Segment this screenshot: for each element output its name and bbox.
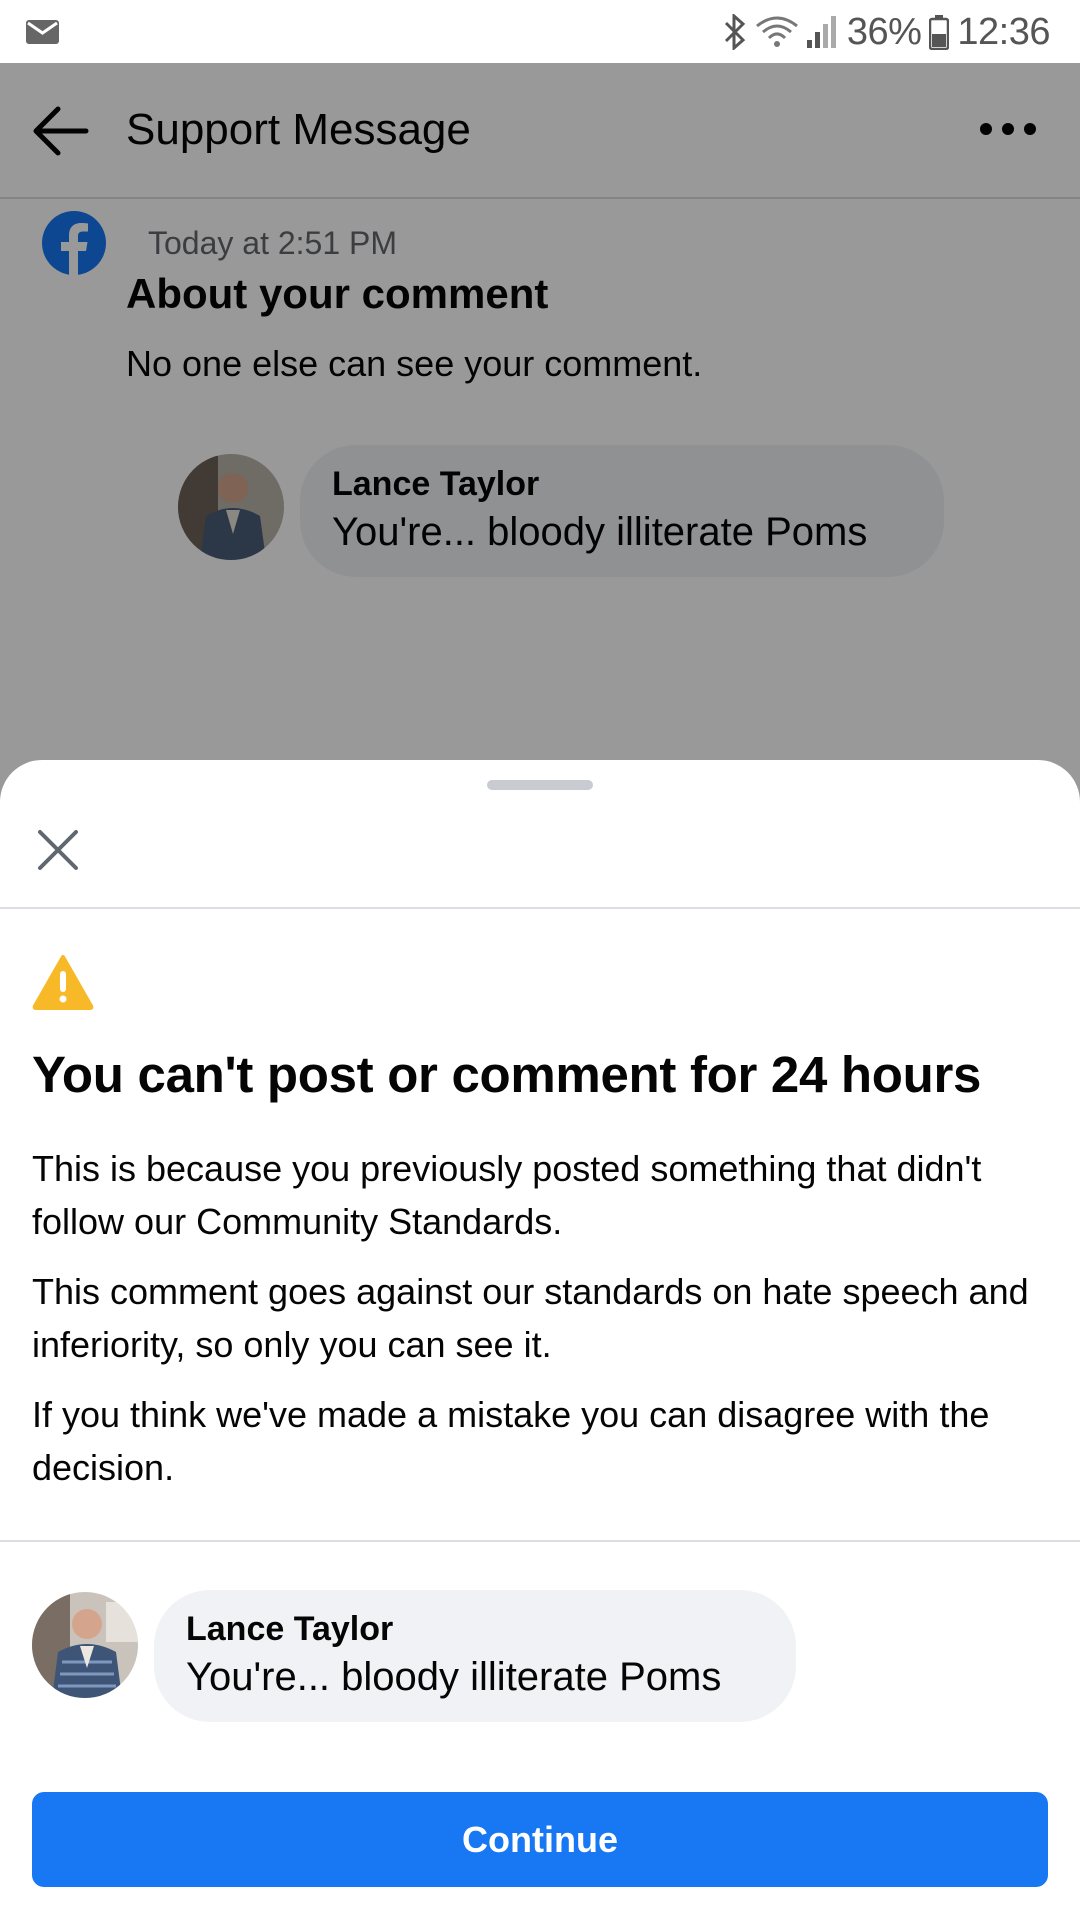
divider: [0, 1540, 1080, 1542]
drag-handle[interactable]: [487, 780, 593, 790]
sheet-title: You can't post or comment for 24 hours: [32, 1046, 982, 1103]
violation-paragraph: This comment goes against our standards …: [32, 1271, 1029, 1365]
wifi-icon: [755, 16, 798, 47]
signal-icon: [806, 16, 836, 48]
status-bar: 36% 12:36: [0, 0, 1080, 63]
avatar: [32, 1592, 138, 1698]
battery-percent: 36%: [846, 10, 922, 53]
clock: 12:36: [957, 10, 1050, 53]
comment-preview: Lance Taylor You're... bloody illiterate…: [32, 1590, 796, 1722]
close-icon[interactable]: [36, 828, 80, 872]
bluetooth-icon: [724, 14, 746, 50]
divider: [0, 907, 1080, 909]
disagree-paragraph: If you think we've made a mistake you ca…: [32, 1394, 990, 1488]
warning-icon: [32, 955, 94, 1010]
battery-icon: [929, 15, 950, 50]
comment-author: Lance Taylor: [186, 1610, 394, 1648]
comment-text: You're... bloody illiterate Poms: [186, 1655, 722, 1699]
comment-bubble: Lance Taylor You're... bloody illiterate…: [154, 1590, 796, 1722]
explanation-paragraph: This is because you previously posted so…: [32, 1148, 982, 1242]
restriction-bottom-sheet: You can't post or comment for 24 hours T…: [0, 760, 1080, 1920]
continue-button[interactable]: Continue: [32, 1792, 1048, 1887]
mail-icon: [26, 20, 59, 44]
